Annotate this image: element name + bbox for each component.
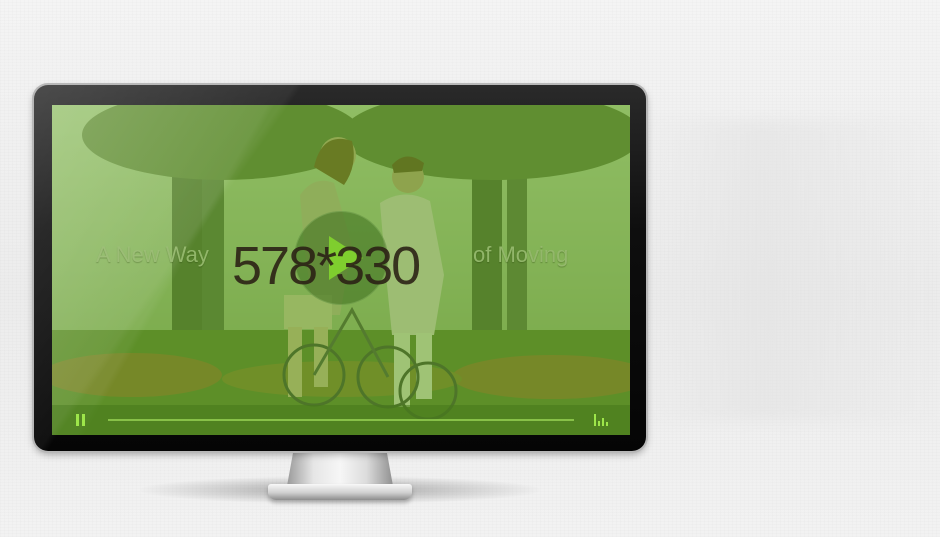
dimension-label: 578*330: [232, 236, 421, 296]
monitor-stand-neck: [287, 451, 393, 486]
progress-bar[interactable]: [108, 419, 574, 421]
tagline-left: A New Way: [96, 242, 209, 267]
volume-icon[interactable]: [594, 414, 608, 426]
tagline-right: of Moving: [473, 242, 569, 267]
background-reflection: [640, 120, 940, 420]
monitor-stand-base: [268, 484, 412, 500]
video-control-bar: [52, 405, 630, 435]
monitor-frame: A New Way of Moving 578*330: [34, 85, 646, 451]
video-player[interactable]: A New Way of Moving 578*330: [52, 105, 630, 435]
pause-icon[interactable]: [76, 414, 86, 426]
